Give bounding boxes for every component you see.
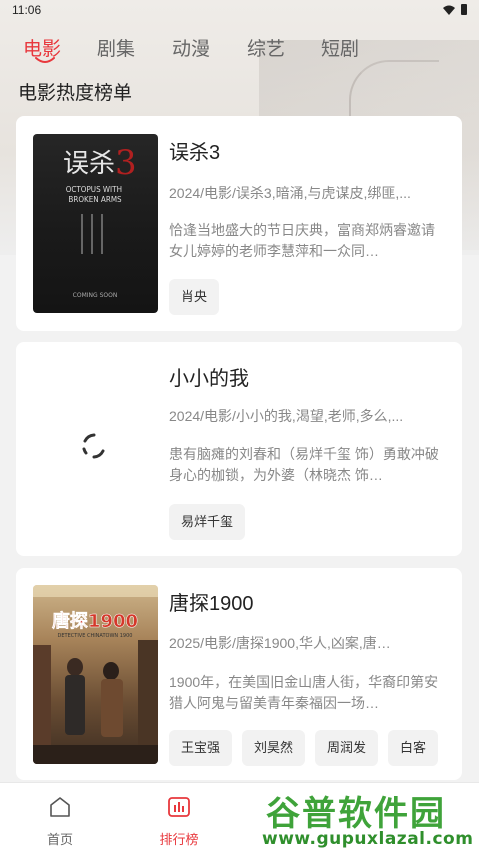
nav-item-ranking[interactable]: 排行榜 [129, 783, 229, 853]
poster-en-title: OCTOPUS WITH BROKEN ARMS [66, 185, 125, 204]
movie-meta: 2024/电影/误杀3,暗涌,与虎谋皮,绑匪,... [169, 185, 411, 201]
movie-title: 误杀3 [169, 142, 221, 164]
home-icon [50, 797, 70, 817]
actor-tag[interactable]: 肖央 [169, 279, 220, 315]
movie-title: 小小的我 [169, 368, 249, 390]
movie-description: 恰逢当地盛大的节日庆典，富商郑炳睿邀请女儿婷婷的老师李慧萍和一众同… [169, 222, 435, 259]
movie-meta: 2024/电影/小小的我,渴望,老师,多么,... [169, 408, 404, 424]
status-time: 11:06 [12, 3, 42, 17]
movie-card[interactable]: 唐探1900 DETECTIVE CHINATOWN 1900 唐探1900 2… [16, 568, 462, 780]
actor-tag[interactable]: 周润发 [315, 730, 379, 766]
movie-description: 患有脑瘫的刘春和（易烊千玺 饰）勇敢冲破身心的枷锁，为外婆（林晓杰 饰… [169, 446, 439, 483]
movie-card[interactable]: 小小的我 2024/电影/小小的我,渴望,老师,多么,... 患有脑瘫的刘春和（… [16, 342, 462, 556]
poster-art: 唐探1900 DETECTIVE CHINATOWN 1900 [33, 585, 158, 764]
movie-poster: 误杀 3 OCTOPUS WITH BROKEN ARMS COMING SOO… [33, 134, 158, 313]
actor-tag[interactable]: 白客 [388, 730, 439, 766]
poster-title-text: 误杀 [63, 149, 115, 179]
nav-label-home: 首页 [46, 832, 73, 847]
section-title: 电影热度榜单 [18, 83, 133, 104]
watermark-name: 谷普软件园 [266, 794, 446, 834]
actor-tag[interactable]: 易烊千玺 [169, 504, 246, 540]
tab-active-indicator [35, 57, 55, 63]
actor-tag[interactable]: 刘昊然 [242, 730, 306, 766]
poster-date-text: COMING SOON [73, 292, 118, 299]
poster-title-text: 唐探1900 [52, 610, 138, 632]
poster-subtitle-text: DETECTIVE CHINATOWN 1900 [58, 633, 133, 639]
wifi-icon [443, 5, 455, 15]
tab-series[interactable]: 剧集 [97, 34, 135, 61]
actor-tag[interactable]: 王宝强 [169, 730, 233, 766]
tab-anime[interactable]: 动漫 [172, 34, 210, 61]
poster-art: 误杀 3 OCTOPUS WITH BROKEN ARMS COMING SOO… [63, 143, 137, 299]
ranking-icon [168, 797, 190, 817]
actor-tags: 王宝强 刘昊然 周润发 白客 [169, 730, 439, 766]
movie-card[interactable]: 误杀 3 OCTOPUS WITH BROKEN ARMS COMING SOO… [16, 116, 462, 331]
watermark-url: www.gupuxlazal.com [262, 829, 474, 849]
actor-tags: 易烊千玺 [169, 504, 246, 540]
status-bar: 11:06 [0, 0, 479, 22]
battery-icon [461, 4, 467, 15]
movie-description: 1900年，在美国旧金山唐人街，华裔印第安猎人阿鬼与留美青年秦福因一场… [169, 674, 439, 711]
actor-tags: 肖央 [169, 279, 220, 315]
nav-label-ranking: 排行榜 [159, 832, 199, 847]
tab-variety[interactable]: 综艺 [247, 34, 285, 61]
status-icons [443, 4, 467, 15]
nav-item-home[interactable]: 首页 [10, 783, 110, 853]
tab-short-drama[interactable]: 短剧 [321, 34, 359, 61]
movie-poster: 唐探1900 DETECTIVE CHINATOWN 1900 [33, 585, 158, 764]
loading-spinner-icon [82, 433, 105, 459]
movie-title: 唐探1900 [169, 593, 254, 615]
movie-meta: 2025/电影/唐探1900,华人,凶案,唐… [169, 635, 391, 651]
watermark-logo: 谷普软件园 www.gupuxlazal.com [262, 786, 476, 850]
poster-number-text: 3 [115, 143, 137, 183]
